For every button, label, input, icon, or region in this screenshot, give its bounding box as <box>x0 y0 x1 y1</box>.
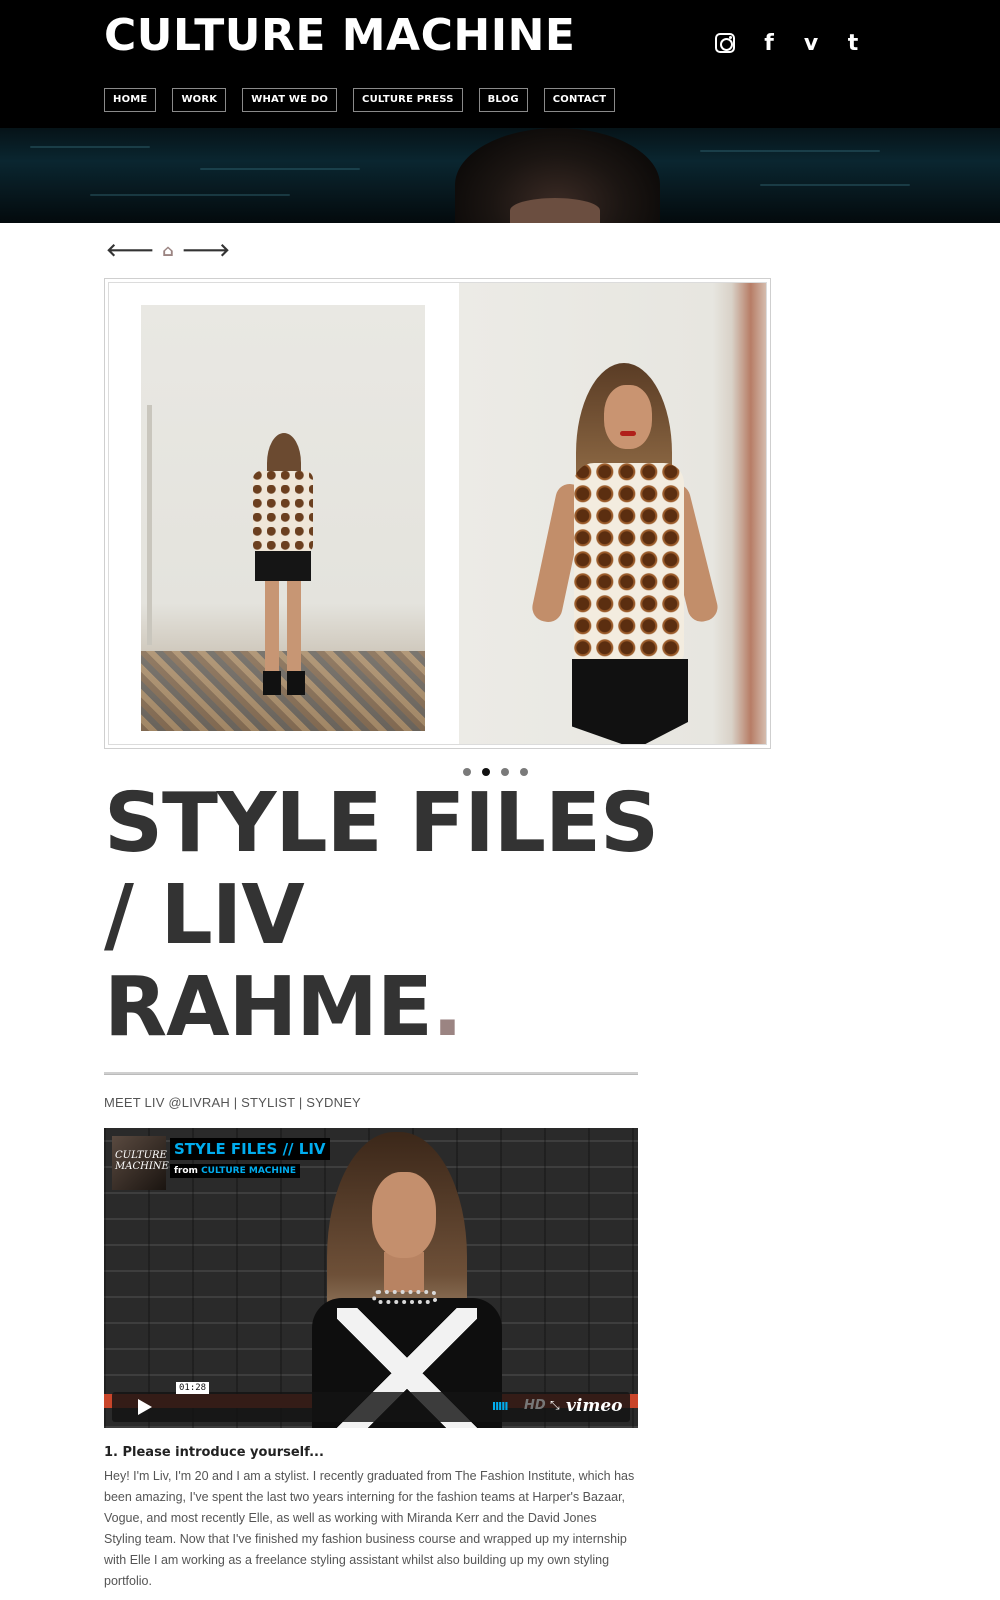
video-duration: 01:28 <box>176 1382 210 1394</box>
title-divider <box>104 1072 638 1075</box>
video-title[interactable]: STYLE FILES // LIV <box>170 1138 330 1160</box>
interview-question: 1. Please introduce yourself... <box>104 1445 324 1460</box>
image-slider[interactable] <box>104 278 771 749</box>
site-logo[interactable]: CULTURE MACHINE <box>104 10 575 61</box>
video-thumbnail <box>272 1128 532 1428</box>
next-arrow-icon[interactable]: 🡒 <box>182 241 230 261</box>
slider-dot-active[interactable] <box>482 768 490 776</box>
video-channel-link[interactable]: CULTURE MACHINE <box>201 1166 296 1176</box>
slider-dot[interactable] <box>463 768 471 776</box>
play-button[interactable] <box>120 1396 170 1418</box>
vimeo-icon[interactable]: v <box>796 28 826 58</box>
slide-photo-portrait <box>459 283 766 744</box>
nav-culture-press[interactable]: CULTURE PRESS <box>353 88 463 112</box>
title-period: . <box>431 960 463 1055</box>
nav-work[interactable]: WORK <box>172 88 227 112</box>
nav-blog[interactable]: BLOG <box>478 88 528 112</box>
post-navigation: 🡐 ⌂ 🡒 <box>106 241 230 261</box>
volume-icon[interactable]: IIIII <box>492 1400 509 1413</box>
video-controls: 01:28 IIIII HD ⤡ vimeo <box>112 1382 630 1422</box>
video-channel-logo[interactable]: CULTURE MACHINE <box>112 1136 169 1190</box>
hd-toggle[interactable]: HD <box>524 1398 546 1413</box>
fullscreen-icon[interactable]: ⤡ <box>550 1398 560 1413</box>
slider-pagination <box>463 768 528 776</box>
post-title: STYLE FILES / LIV RAHME. <box>104 776 659 1055</box>
tumblr-icon[interactable]: t <box>838 28 868 58</box>
vimeo-logo[interactable]: vimeo <box>566 1396 622 1416</box>
slider-dot[interactable] <box>520 768 528 776</box>
site-header: CULTURE MACHINE f v t HOME WORK WHAT WE … <box>0 0 1000 223</box>
vimeo-video-player[interactable]: CULTURE MACHINE STYLE FILES // LIV from … <box>104 1128 638 1428</box>
nav-home[interactable]: HOME <box>104 88 157 112</box>
video-byline: from CULTURE MACHINE <box>170 1164 300 1178</box>
main-nav: HOME WORK WHAT WE DO CULTURE PRESS BLOG … <box>104 88 616 112</box>
previous-arrow-icon[interactable]: 🡐 <box>106 241 154 261</box>
nav-contact[interactable]: CONTACT <box>543 88 616 112</box>
home-icon[interactable]: ⌂ <box>162 241 173 261</box>
slider-dot[interactable] <box>501 768 509 776</box>
instagram-icon[interactable] <box>710 28 740 58</box>
post-subtitle: MEET LIV @LIVRAH | STYLIST | SYDNEY <box>104 1095 361 1110</box>
slide-photo-full-length <box>141 305 425 731</box>
header-banner-image <box>0 128 1000 223</box>
interview-answer: Hey! I'm Liv, I'm 20 and I am a stylist.… <box>104 1469 635 1588</box>
nav-what-we-do[interactable]: WHAT WE DO <box>242 88 338 112</box>
facebook-icon[interactable]: f <box>754 28 784 58</box>
